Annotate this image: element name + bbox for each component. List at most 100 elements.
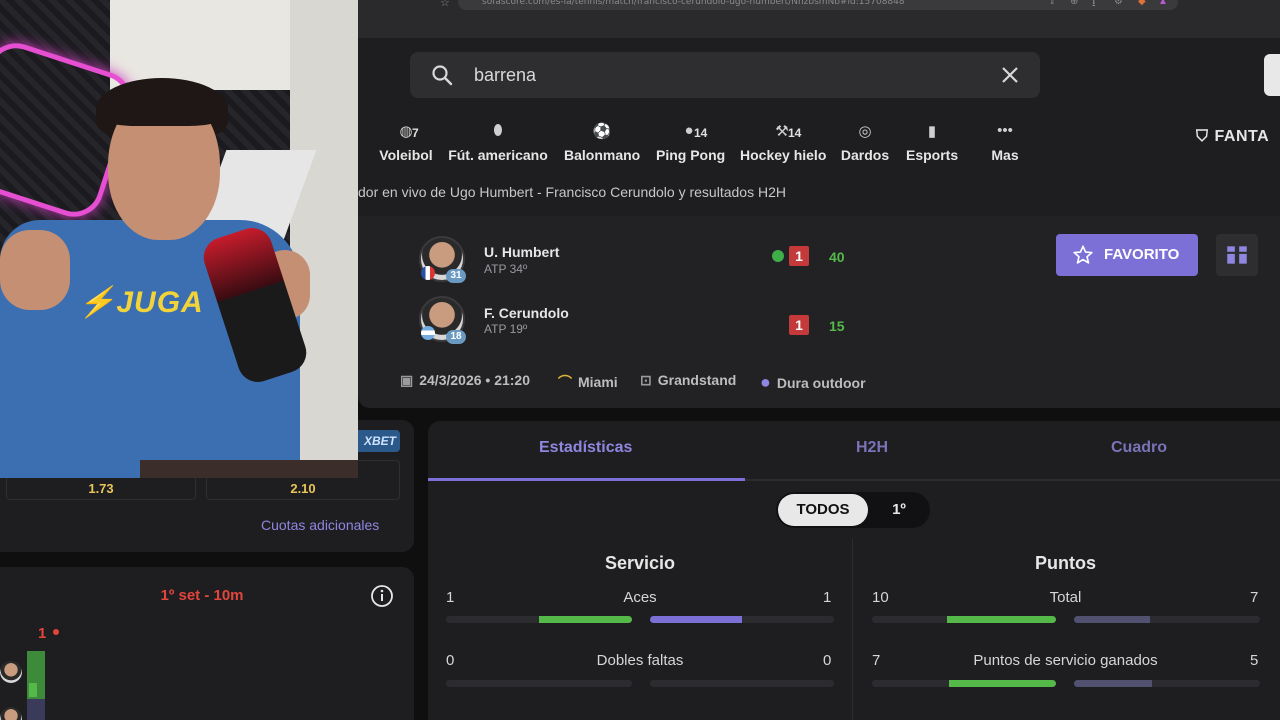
stat-away-value: 7 xyxy=(1250,589,1259,606)
stat-fill-home xyxy=(947,616,1056,623)
compare-button[interactable] xyxy=(1216,234,1258,276)
argentina-flag-icon xyxy=(421,326,435,340)
player-name-home[interactable]: U. Humbert xyxy=(484,244,559,260)
stat-fill-away xyxy=(1074,616,1151,623)
game-points-home: 40 xyxy=(829,249,845,265)
match-city[interactable]: ⌒ Miami xyxy=(558,372,618,392)
rewards-icon[interactable]: ▲ xyxy=(1158,0,1168,7)
stat-bar-home xyxy=(872,616,1056,623)
service-heading: Servicio xyxy=(605,553,676,573)
statistics-panel: Estadísticas H2H Cuadro TODOS 1º Servici… xyxy=(428,421,1280,720)
sport-item-voleibol[interactable]: ◍ 7 Voleibol xyxy=(378,122,434,163)
venue-arc-icon: ⌒ xyxy=(558,374,572,390)
favorite-button[interactable]: FAVORITO xyxy=(1056,234,1198,276)
download-icon[interactable]: ⭳ xyxy=(1092,0,1096,13)
sport-item-american-football[interactable]: ⬮ Fút. americano xyxy=(448,122,548,163)
desk xyxy=(140,460,358,478)
tab-estadisticas[interactable]: Estadísticas xyxy=(539,439,632,457)
player-rank-home: ATP 34º xyxy=(484,262,528,276)
match-surface: ● Dura outdoor xyxy=(760,372,866,392)
breadcrumb: dor en vivo de Ugo Humbert - Francisco C… xyxy=(358,184,786,200)
match-court: ⊡ Grandstand xyxy=(640,372,737,388)
stat-fill-away xyxy=(1074,680,1153,687)
stat-bar-away xyxy=(1074,616,1260,623)
match-date: ▣ 24/3/2026 • 21:20 xyxy=(400,372,531,388)
ice-hockey-icon: ⚒ xyxy=(775,123,789,140)
seed-badge: 31 xyxy=(446,269,466,283)
streamer-hand xyxy=(0,230,70,310)
extensions-icon[interactable]: ⚙ xyxy=(1114,0,1123,7)
compare-icon xyxy=(1227,246,1247,264)
more-odds-link[interactable]: Cuotas adicionales xyxy=(261,517,379,533)
momentum-set-label: 1 xyxy=(38,625,47,642)
momentum-bar xyxy=(27,699,45,720)
clear-search-icon[interactable] xyxy=(998,63,1022,87)
player-avatar-small xyxy=(0,707,22,720)
player-name-away[interactable]: F. Cerundolo xyxy=(484,305,569,321)
stat-fill-home xyxy=(949,680,1056,687)
stat-bar-away xyxy=(650,680,834,687)
france-flag-icon xyxy=(421,266,435,280)
stat-away-value: 1 xyxy=(823,589,832,606)
table-tennis-icon: ● xyxy=(684,122,694,139)
seed-badge: 18 xyxy=(446,330,466,344)
stat-label: Aces xyxy=(623,589,657,606)
search-box[interactable]: barrena xyxy=(410,52,1040,98)
share-icon[interactable]: ⇪ xyxy=(1048,0,1056,7)
sport-item-dardos[interactable]: ◎ Dardos xyxy=(840,122,890,163)
period-all-button[interactable]: TODOS xyxy=(778,494,868,526)
set-score-away: 1 xyxy=(789,315,809,335)
handball-icon: ⚽ xyxy=(592,123,612,140)
streamer-hair xyxy=(96,86,228,126)
search-input[interactable]: barrena xyxy=(474,65,536,86)
player-rank-away: ATP 19º xyxy=(484,322,528,336)
sport-item-hockey-hielo[interactable]: ⚒ 14 Hockey hielo xyxy=(740,122,826,163)
app-window: ☆ sofascore.com/es-la/tennis/match/franc… xyxy=(0,0,1280,720)
stat-away-value: 5 xyxy=(1250,652,1259,669)
info-icon[interactable] xyxy=(370,584,394,608)
esports-icon: ▮ xyxy=(927,123,937,140)
stat-fill-away xyxy=(650,616,742,623)
game-points-away: 15 xyxy=(829,318,845,334)
tab-h2h[interactable]: H2H xyxy=(856,439,888,457)
bookmark-star-icon[interactable]: ☆ xyxy=(440,0,450,9)
sport-partial[interactable] xyxy=(360,122,364,143)
fantasy-shield-icon: ⛉ xyxy=(1196,128,1209,145)
calendar-icon: ▣ xyxy=(400,372,414,388)
stat-label: Puntos de servicio ganados xyxy=(973,652,1158,669)
tab-cuadro[interactable]: Cuadro xyxy=(1111,439,1167,457)
darts-icon: ◎ xyxy=(858,123,872,140)
period-set1-button[interactable]: 1º xyxy=(872,494,926,526)
player-avatar-small xyxy=(0,661,22,683)
sport-item-mas[interactable]: ••• Mas xyxy=(986,122,1024,163)
volleyball-icon: ◍ xyxy=(399,123,413,140)
momentum-panel: 1º set - 10m 1 xyxy=(0,567,414,720)
search-icon xyxy=(432,65,453,86)
bookmaker-logo[interactable]: XBET xyxy=(358,430,400,452)
fantasy-link[interactable]: ⛉ FANTA xyxy=(1196,128,1269,146)
star-icon xyxy=(1073,245,1093,264)
points-heading: Puntos xyxy=(1035,553,1096,573)
sport-item-balonmano[interactable]: ⚽ Balonmano xyxy=(564,122,640,163)
american-football-icon: ⬮ xyxy=(493,122,503,139)
court-icon: ⊡ xyxy=(640,372,652,388)
stat-away-value: 0 xyxy=(823,652,832,669)
stat-label: Total xyxy=(1049,589,1082,606)
column-divider xyxy=(852,539,853,720)
live-dot xyxy=(53,629,59,635)
surface-dot-icon: ● xyxy=(760,372,771,392)
active-tab-indicator xyxy=(428,478,745,481)
set-score-home: 1 xyxy=(789,246,809,266)
brave-shield-icon[interactable]: ◆ xyxy=(1138,0,1146,7)
stat-label: Dobles faltas xyxy=(596,652,684,669)
side-wall xyxy=(290,0,358,478)
stat-bar-home xyxy=(446,680,632,687)
zoom-icon[interactable]: ⊕ xyxy=(1070,0,1078,7)
login-button[interactable] xyxy=(1264,54,1280,96)
momentum-title: 1º set - 10m xyxy=(160,587,244,604)
sport-item-esports[interactable]: ▮ Esports xyxy=(906,122,958,163)
period-selector: TODOS 1º xyxy=(776,492,930,528)
sport-item-ping-pong[interactable]: ● 14 Ping Pong xyxy=(656,122,725,163)
momentum-bar xyxy=(29,683,37,697)
more-icon: ••• xyxy=(997,122,1013,139)
